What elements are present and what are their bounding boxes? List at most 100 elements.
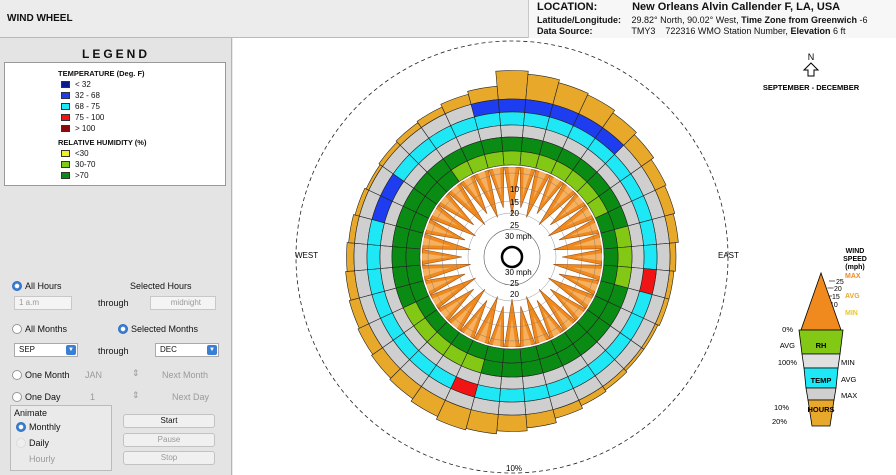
next-month-button[interactable]: Next Month — [162, 370, 208, 380]
hours-sector — [495, 70, 529, 100]
temperature-legend-label: 68 - 75 — [75, 102, 100, 111]
latlon-value: 29.82° North, 90.02° West, — [631, 15, 739, 25]
next-day-button[interactable]: Next Day — [172, 392, 209, 402]
wheel-center — [500, 245, 524, 269]
animate-hourly-label[interactable]: Hourly — [29, 454, 55, 464]
key-tick-label: 25 — [836, 279, 844, 286]
timezone-label: Time Zone from Greenwich — [741, 15, 857, 25]
selected-hours-label[interactable]: Selected Hours — [130, 281, 192, 291]
temp-max-sector — [497, 401, 527, 416]
temp-max-sector — [497, 98, 527, 113]
month-from-value: SEP — [19, 345, 36, 354]
speed-label: 20 — [510, 209, 519, 218]
pause-button[interactable]: Pause — [123, 433, 215, 447]
animate-monthly-label: Monthly — [29, 422, 61, 432]
temp-avg-sector — [366, 244, 381, 270]
color-swatch — [61, 92, 70, 99]
chevron-down-icon[interactable]: ▼ — [66, 345, 76, 355]
rh-avg-sector — [405, 247, 421, 267]
selected-months-radio[interactable] — [118, 324, 128, 334]
start-button[interactable]: Start — [123, 414, 215, 428]
key-title-3: (mph) — [845, 264, 864, 271]
west-label: WEST — [295, 251, 318, 260]
location-row: LOCATION: New Orleans Alvin Callender F,… — [537, 1, 840, 13]
one-day-radio[interactable] — [12, 392, 22, 402]
hour-from-field[interactable]: 1 a.m — [14, 296, 72, 310]
animate-label: Animate — [14, 408, 48, 418]
speed-label: 20 — [510, 290, 519, 299]
color-swatch — [61, 150, 70, 157]
temp-avg-sector — [643, 244, 658, 270]
temp-min-sector — [379, 245, 393, 269]
temp-max-sector — [353, 242, 368, 272]
humidity-legend-label: <30 — [75, 149, 89, 158]
color-swatch — [61, 103, 70, 110]
one-month-label: One Month — [25, 370, 70, 380]
key-rh-avg: AVG — [780, 341, 795, 350]
one-month-radio[interactable] — [12, 370, 22, 380]
key-hours-min: 10% — [774, 403, 789, 412]
one-month-value[interactable]: JAN — [85, 370, 102, 380]
elevation-value: 6 ft — [832, 26, 846, 36]
legend: TEMPERATURE (Deg. F) < 32 32 - 68 68 - 75 7… — [4, 62, 226, 186]
humidity-legend-label: 30-70 — [75, 160, 96, 169]
one-day-label: One Day — [25, 392, 61, 402]
one-day-value[interactable]: 1 — [90, 392, 95, 402]
temperature-legend-label: 32 - 68 — [75, 91, 100, 100]
wind-wheel[interactable]: 1015202530 mph30 mph2520 WEST EAST 10% N… — [233, 38, 896, 475]
month-to-select[interactable]: DEC ▼ — [155, 343, 219, 357]
source-row: Data Source: TMY3 722316 WMO Station Num… — [537, 26, 846, 36]
rh-max-sector — [391, 246, 407, 268]
key-max-label: MAX — [845, 273, 861, 280]
temp-min-sector — [500, 124, 524, 138]
east-label: EAST — [718, 251, 739, 260]
stepper-icon[interactable]: ⇕ — [132, 390, 140, 401]
hour-to-field[interactable]: midnight — [150, 296, 216, 310]
animate-daily-radio[interactable] — [16, 438, 26, 448]
color-swatch — [61, 161, 70, 168]
speed-label: 30 mph — [505, 232, 532, 241]
all-months-label: All Months — [25, 324, 68, 334]
center-ring — [500, 245, 524, 269]
color-swatch — [61, 114, 70, 121]
temp-min-sector — [500, 376, 524, 390]
temp-max-sector — [656, 242, 671, 272]
speed-label: 25 — [510, 221, 519, 230]
stop-button[interactable]: Stop — [123, 451, 215, 465]
source-type: TMY3 — [631, 26, 656, 36]
key-temp-avg: AVG — [841, 375, 856, 384]
color-swatch — [61, 125, 70, 132]
key-rh-label: RH — [816, 341, 827, 350]
humidity-legend-label: >70 — [75, 171, 89, 180]
period-label: SEPTEMBER - DECEMBER — [763, 83, 860, 92]
rh-avg-sector — [603, 247, 619, 267]
key-temp-max: MAX — [841, 391, 857, 400]
temp-avg-sector — [499, 388, 525, 403]
temp-avg-sector — [499, 111, 525, 126]
chevron-down-icon[interactable]: ▼ — [207, 345, 217, 355]
month-from-select[interactable]: SEP ▼ — [14, 343, 78, 357]
temperature-legend-label: < 32 — [75, 80, 91, 89]
stepper-icon[interactable]: ⇕ — [132, 368, 140, 379]
selected-months-label: Selected Months — [131, 324, 199, 334]
wind-wheel-panel: 10 15 20 25 30 mph 30 mph 25 20 WEST EAST 10% N… — [233, 38, 896, 475]
all-hours-radio[interactable] — [12, 281, 22, 291]
speed-label: 30 mph — [505, 268, 532, 277]
key-avg-label: AVG — [845, 293, 860, 300]
animate-monthly-radio[interactable] — [16, 422, 26, 432]
hours-percent-label: 10% — [506, 464, 522, 473]
key-min-label: MIN — [845, 310, 858, 317]
location-name: New Orleans Alvin Callender F, LA, USA — [632, 1, 841, 13]
rh-max-sector — [501, 362, 523, 378]
latlon-label: Latitude/Longitude: — [537, 15, 621, 25]
key-temp-label: TEMP — [811, 376, 832, 385]
speed-label: 25 — [510, 279, 519, 288]
station-number: 722316 WMO Station Number, — [665, 26, 788, 36]
sidebar: LEGEND TEMPERATURE (Deg. F) < 32 32 - 68 6… — [0, 38, 232, 475]
speed-label: 15 — [510, 198, 519, 207]
key-title-2: SPEED — [843, 256, 867, 263]
rh-avg-sector — [502, 348, 522, 364]
month-to-value: DEC — [160, 345, 177, 354]
speed-label: 10 — [510, 185, 519, 194]
all-months-radio[interactable] — [12, 324, 22, 334]
